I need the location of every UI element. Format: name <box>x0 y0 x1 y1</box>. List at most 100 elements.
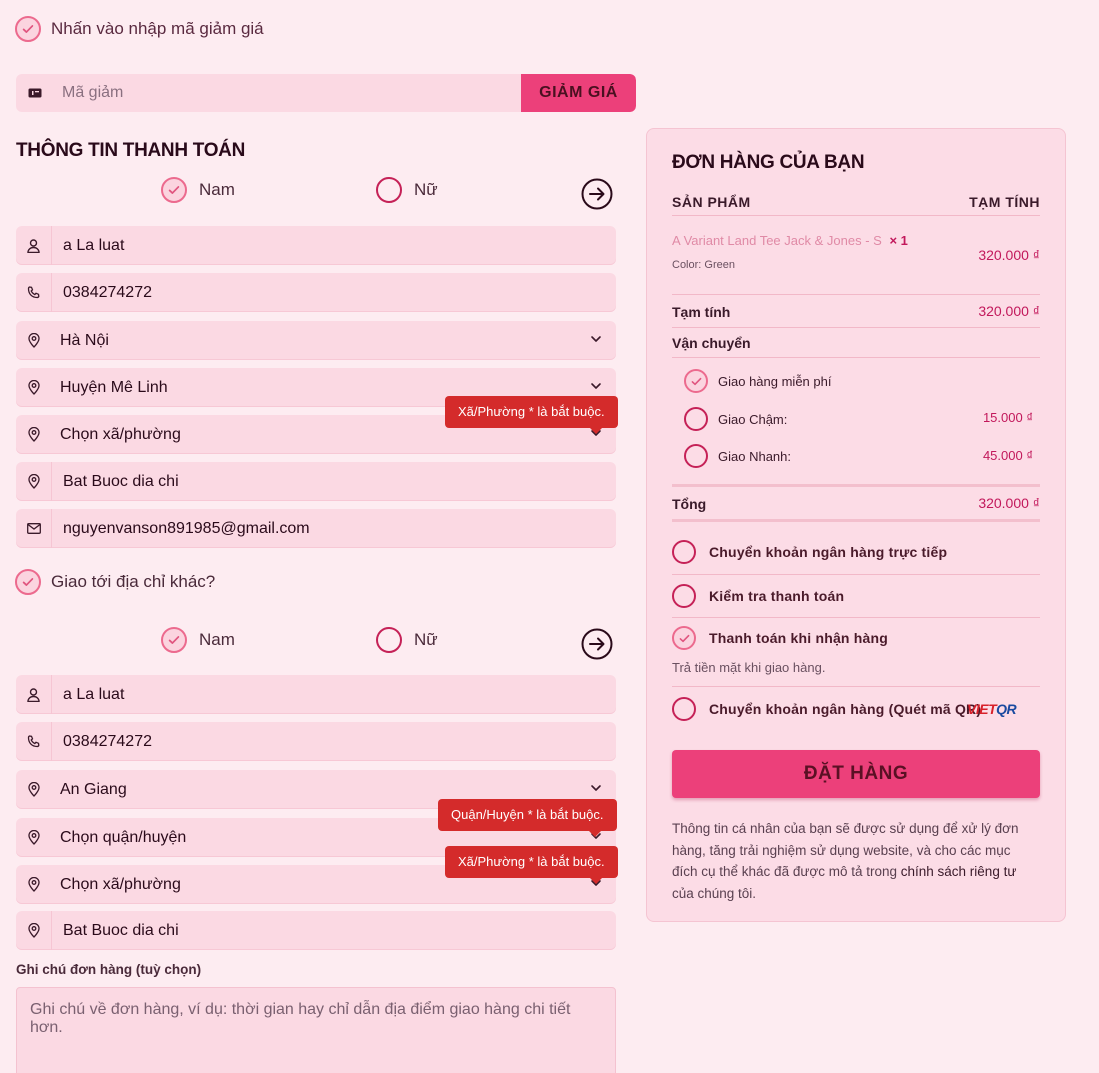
billing-email-field[interactable]: nguyenvanson891985@gmail.com <box>16 509 616 548</box>
ship-slow-option[interactable]: Giao Chậm: <box>684 407 787 431</box>
ward-error-tooltip: Xã/Phường * là bắt buộc. <box>445 846 618 884</box>
ship-slow-price: 15.000 ₫ <box>982 410 1033 425</box>
location-pin-icon <box>16 911 52 950</box>
shipping-name-value: a La luat <box>63 685 125 703</box>
billing-province-select[interactable]: Hà Nội <box>16 321 616 360</box>
radio-icon <box>684 444 708 468</box>
divider <box>672 519 1040 522</box>
order-title: ĐƠN HÀNG CỦA BẠN <box>672 152 865 173</box>
vietqr-logo: VIETQR <box>967 701 1017 717</box>
billing-phone-field[interactable]: 0384274272 <box>16 273 616 312</box>
coupon-toggle-label: Nhấn vào nhập mã giảm giá <box>51 19 264 38</box>
billing-ward-value: Chọn xã/phường <box>60 425 181 443</box>
chevron-down-icon <box>591 336 601 342</box>
shipping-label: Vận chuyển <box>672 335 751 351</box>
check-icon <box>15 569 41 595</box>
item-meta-value: Green <box>704 259 735 271</box>
pay-check-option[interactable]: Kiểm tra thanh toán <box>672 584 844 608</box>
col-product-header: SẢN PHẨM <box>672 194 751 210</box>
item-meta-key: Color: <box>672 259 702 271</box>
shipping-name-field[interactable]: a La luat <box>16 675 616 714</box>
divider <box>672 686 1040 687</box>
location-pin-icon <box>16 818 52 857</box>
ticket-icon <box>16 74 54 112</box>
arrow-right-icon[interactable] <box>581 628 613 665</box>
location-pin-icon <box>16 415 52 454</box>
coupon-toggle[interactable]: Nhấn vào nhập mã giảm giá <box>15 16 264 42</box>
pay-cod-option[interactable]: Thanh toán khi nhận hàng <box>672 626 888 650</box>
gender-female-option[interactable]: Nữ <box>376 177 438 203</box>
check-icon <box>672 626 696 650</box>
envelope-icon <box>16 509 52 548</box>
billing-address-field[interactable]: Bat Buoc dia chi <box>16 462 616 501</box>
ship-free-option[interactable]: Giao hàng miễn phí <box>684 369 831 393</box>
pay-cod-description: Trả tiền mặt khi giao hàng. <box>672 660 826 675</box>
pay-qr-label: Chuyển khoản ngân hàng (Quét mã QR) <box>709 701 982 717</box>
divider <box>672 294 1040 295</box>
radio-icon <box>376 627 402 653</box>
coupon-form: GIẢM GIÁ <box>16 74 636 112</box>
col-subtotal-header: TẠM TÍNH <box>969 194 1040 210</box>
order-notes-label: Ghi chú đơn hàng (tuỳ chọn) <box>16 962 202 977</box>
pay-bank-label: Chuyển khoản ngân hàng trực tiếp <box>709 544 948 560</box>
ship-fast-option[interactable]: Giao Nhanh: <box>684 444 791 468</box>
chevron-down-icon <box>591 785 601 791</box>
shipping-ward-value: Chọn xã/phường <box>60 875 181 893</box>
ship-gender-male-option[interactable]: Nam <box>161 627 235 653</box>
vietqr-logo-part1: VIET <box>967 701 997 717</box>
vietqr-logo-part2: QR <box>996 701 1017 717</box>
subtotal-label: Tạm tính <box>672 304 731 320</box>
divider <box>672 215 1040 216</box>
ship-gender-female-option[interactable]: Nữ <box>376 627 438 653</box>
subtotal-value: 320.000 ₫ <box>978 303 1040 319</box>
ship-different-toggle[interactable]: Giao tới địa chỉ khác? <box>15 569 215 595</box>
district-error-tooltip: Quận/Huyện * là bắt buộc. <box>438 799 617 837</box>
ship-slow-label: Giao Chậm: <box>718 411 788 427</box>
gender-male-label: Nam <box>199 180 235 199</box>
phone-icon <box>16 722 52 761</box>
place-order-button[interactable]: ĐẶT HÀNG <box>672 750 1040 798</box>
privacy-policy-link[interactable]: chính sách riêng tư <box>901 864 1017 879</box>
shipping-phone-value: 0384274272 <box>63 732 152 750</box>
check-icon <box>161 627 187 653</box>
shipping-district-value: Chọn quận/huyện <box>60 828 187 846</box>
user-icon <box>16 675 52 714</box>
pay-check-label: Kiểm tra thanh toán <box>709 588 845 604</box>
total-label: Tổng <box>672 496 707 512</box>
coupon-input[interactable] <box>54 74 521 112</box>
shipping-address-field[interactable]: Bat Buoc dia chi <box>16 911 616 950</box>
total-value: 320.000 ₫ <box>978 495 1040 511</box>
location-pin-icon <box>16 770 52 809</box>
pay-qr-option[interactable]: Chuyển khoản ngân hàng (Quét mã QR) <box>672 697 981 721</box>
item-price: 320.000 ₫ <box>978 247 1040 263</box>
ship-different-label: Giao tới địa chỉ khác? <box>51 572 216 591</box>
billing-address-value: Bat Buoc dia chi <box>63 472 179 490</box>
order-notes-textarea[interactable] <box>16 987 616 1073</box>
apply-coupon-button[interactable]: GIẢM GIÁ <box>521 74 636 112</box>
radio-icon <box>672 584 696 608</box>
privacy-notice: Thông tin cá nhân của bạn sẽ được sử dụn… <box>672 818 1037 904</box>
divider <box>672 327 1040 328</box>
check-icon <box>161 177 187 203</box>
billing-phone-value: 0384274272 <box>63 283 152 301</box>
divider <box>672 617 1040 618</box>
radio-icon <box>672 697 696 721</box>
billing-province-value: Hà Nội <box>60 331 109 349</box>
location-pin-icon <box>16 865 52 904</box>
radio-icon <box>684 407 708 431</box>
radio-icon <box>376 177 402 203</box>
shipping-phone-field[interactable]: 0384274272 <box>16 722 616 761</box>
billing-name-field[interactable]: a La luat <box>16 226 616 265</box>
billing-name-value: a La luat <box>63 236 125 254</box>
arrow-right-icon[interactable] <box>581 178 613 215</box>
pay-bank-option[interactable]: Chuyển khoản ngân hàng trực tiếp <box>672 540 947 564</box>
gender-male-option[interactable]: Nam <box>161 177 235 203</box>
divider <box>672 484 1040 487</box>
billing-email-value: nguyenvanson891985@gmail.com <box>63 519 310 537</box>
location-pin-icon <box>16 368 52 407</box>
chevron-down-icon <box>591 383 601 389</box>
shipping-address-value: Bat Buoc dia chi <box>63 921 179 939</box>
pay-cod-label: Thanh toán khi nhận hàng <box>709 630 889 646</box>
location-pin-icon <box>16 462 52 501</box>
divider <box>672 357 1040 358</box>
